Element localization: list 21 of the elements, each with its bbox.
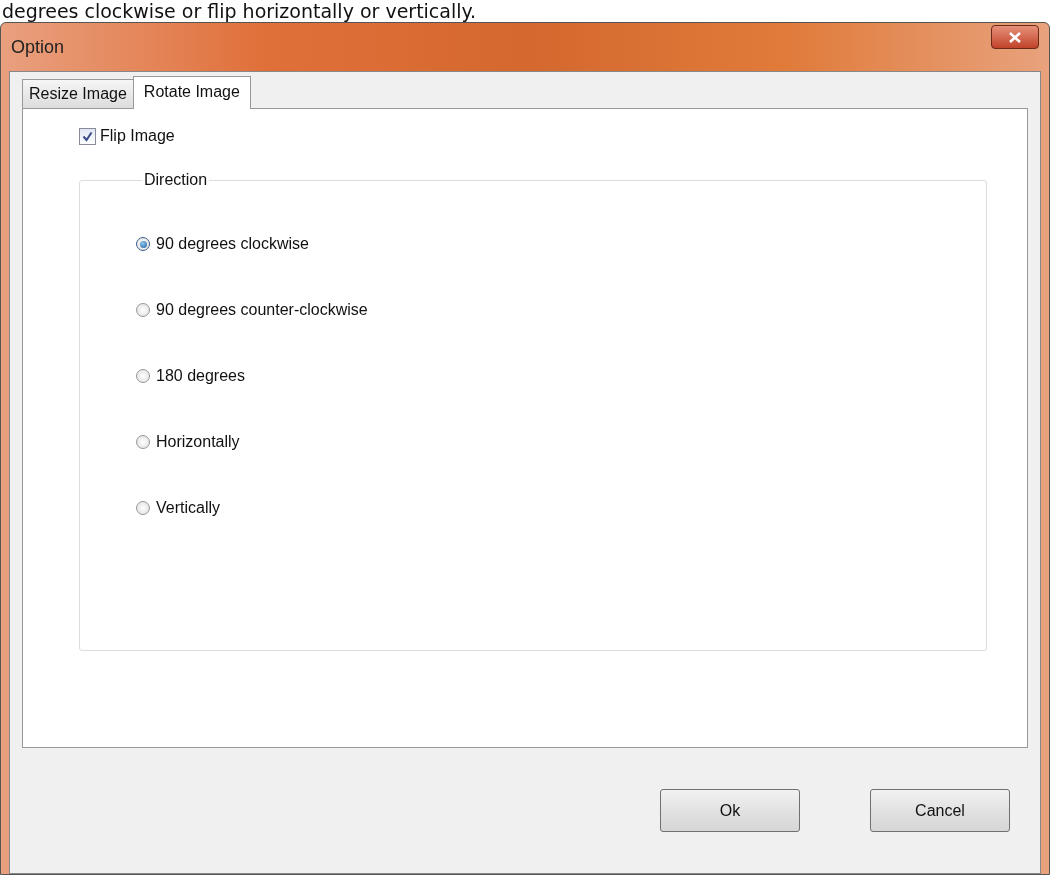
radio-button[interactable] xyxy=(136,303,150,317)
radio-button[interactable] xyxy=(136,501,150,515)
radio-label: 90 degrees counter-clockwise xyxy=(156,301,368,319)
caption-text: degrees clockwise or flip horizontally or vertically. xyxy=(1,0,478,22)
tab[interactable]: Rotate Image xyxy=(132,76,251,109)
tab[interactable]: Resize Image xyxy=(22,79,134,108)
radio-button[interactable] xyxy=(136,369,150,383)
group-legend: Direction xyxy=(142,171,210,189)
checkbox-label: Flip Image xyxy=(100,127,175,145)
checkbox[interactable] xyxy=(79,127,96,145)
radio-button[interactable] xyxy=(136,237,150,251)
close-button[interactable] xyxy=(991,25,1039,49)
radio-label: 180 degrees xyxy=(156,367,245,385)
radio-label: Horizontally xyxy=(156,433,240,451)
dialog-button[interactable]: Cancel xyxy=(870,789,1010,832)
radio-label: 90 degrees clockwise xyxy=(156,235,309,253)
dialog-button[interactable]: Ok xyxy=(660,789,800,832)
radio-button[interactable] xyxy=(136,435,150,449)
window-title: Option xyxy=(11,36,65,58)
close-icon xyxy=(1009,31,1021,43)
radio-label: Vertically xyxy=(156,499,221,517)
